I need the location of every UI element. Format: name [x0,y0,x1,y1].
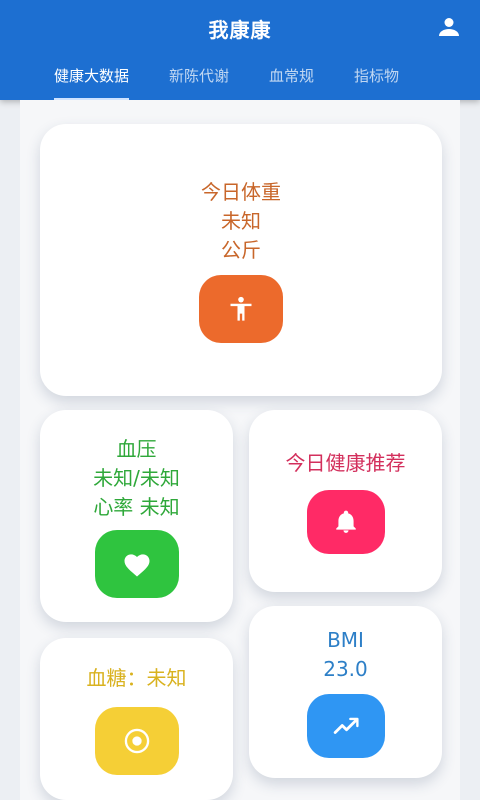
blood-sugar-button[interactable] [94,706,179,775]
blood-pressure-button[interactable] [94,529,179,598]
tab-bar: 健康大数据 新陈代谢 血常规 指标物 [0,56,480,100]
app-title: 我康康 [208,18,272,42]
weight-card[interactable]: 今日体重 未知 公斤 [40,124,442,396]
blood-sugar-card[interactable]: 血糖：未知 [40,638,233,800]
weight-unit: 公斤 [221,237,261,262]
health-recommend-button[interactable] [306,489,385,554]
blood-pressure-title: 血压 [116,436,157,461]
weight-value: 未知 [221,208,261,233]
dashboard-content: 今日体重 未知 公斤 血压 未知/未知 心率 未知 今日健康推荐 血糖：未知 B… [20,100,460,800]
weight-button[interactable] [199,274,283,343]
bmi-title: BMI [327,628,364,652]
person-icon [439,18,459,36]
accessibility-icon [230,296,252,321]
bmi-button[interactable] [306,694,385,758]
tab-metabolism[interactable]: 新陈代谢 [169,56,229,100]
target-icon [124,728,149,753]
app-bar: 我康康 健康大数据 新陈代谢 血常规 指标物 [0,0,480,100]
bmi-value: 23.0 [323,657,368,681]
heart-icon [124,553,149,576]
tab-health-big-data[interactable]: 健康大数据 [54,56,130,100]
health-recommend-title: 今日健康推荐 [285,450,406,475]
tab-blood-routine[interactable]: 血常规 [269,56,314,100]
heart-rate-value: 心率 未知 [93,494,180,519]
health-recommend-card[interactable]: 今日健康推荐 [249,410,442,592]
trending-icon [333,717,359,734]
tab-indicators[interactable]: 指标物 [354,56,399,100]
blood-pressure-value: 未知/未知 [93,465,180,490]
weight-title: 今日体重 [201,179,281,204]
blood-pressure-card[interactable]: 血压 未知/未知 心率 未知 [40,410,233,622]
bell-icon [335,510,356,533]
bmi-card[interactable]: BMI 23.0 [249,606,442,778]
profile-button[interactable] [432,10,466,44]
blood-sugar-title: 血糖：未知 [86,665,187,690]
